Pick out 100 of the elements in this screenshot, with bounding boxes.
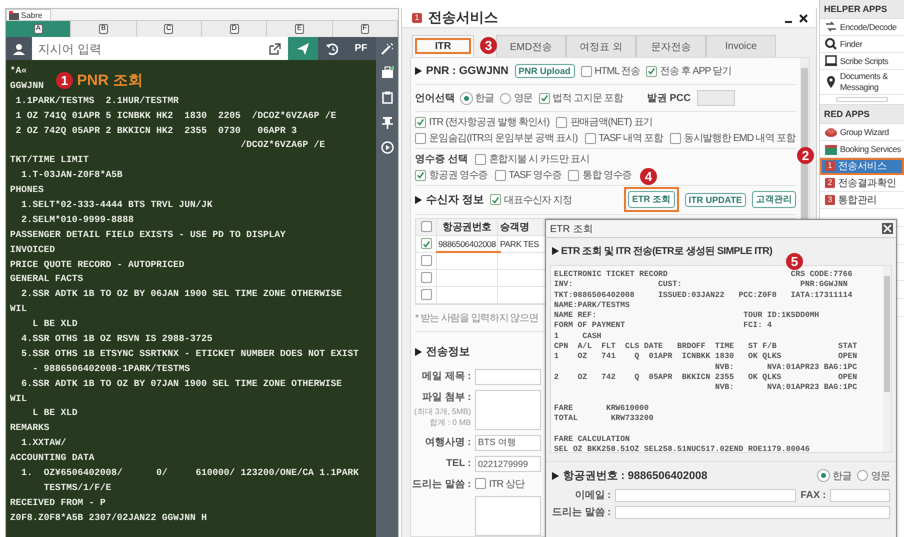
external-link-icon — [269, 42, 281, 54]
checkbox[interactable] — [415, 170, 426, 180]
triangle-icon — [415, 67, 422, 75]
text-field[interactable] — [475, 368, 541, 384]
tool-button[interactable] — [379, 114, 395, 130]
action-button[interactable]: ETR 조회 — [628, 191, 675, 208]
paper-plane-icon — [297, 42, 309, 54]
option-label: 전송 후 APP 닫기 — [660, 65, 732, 78]
checkbox[interactable] — [420, 289, 432, 300]
terminal-line: TESTMS/1/F/E — [42, 480, 112, 495]
checkbox[interactable] — [490, 194, 502, 206]
option-label: 동시발행한 EMD 내역 포함 — [684, 132, 796, 145]
close-button[interactable] — [882, 223, 893, 234]
option-label: 혼합지불 시 카드만 표시 — [488, 153, 590, 166]
tools-button[interactable] — [376, 37, 398, 60]
field-label: 발권 PCC — [646, 92, 691, 105]
sidebar-item[interactable]: Finder — [820, 36, 904, 53]
tab[interactable]: ITR — [412, 35, 474, 57]
close-icon — [883, 224, 892, 233]
resize-handle[interactable] — [836, 97, 888, 102]
file-drop-area[interactable] — [475, 390, 541, 430]
terminal-line: /DCOZ*6VZA6P /E — [240, 138, 326, 152]
message-field[interactable] — [475, 496, 541, 536]
number-badge: 2 — [825, 178, 835, 188]
tab[interactable]: Invoice — [706, 35, 776, 57]
scrollbar[interactable] — [883, 266, 891, 452]
checkbox[interactable] — [474, 154, 486, 164]
terminal-line: 1.XXTAW/ — [20, 436, 66, 450]
terminal-line: PRICE QUOTE RECORD - AUTOPRICED — [10, 258, 184, 272]
send-button[interactable] — [288, 37, 318, 60]
terminal-line: TKT/TIME LIMIT — [10, 153, 89, 168]
checkmark-icon — [416, 171, 425, 179]
section-heading: 전송정보 — [426, 345, 470, 359]
radio-button[interactable] — [500, 92, 511, 104]
option-label: 법적 고지문 포함 — [552, 92, 623, 105]
checkbox[interactable] — [475, 478, 486, 489]
tab[interactable]: EMD전송 — [496, 35, 566, 57]
sidebar-item[interactable]: 1 전송서비스 — [820, 158, 904, 175]
checkbox[interactable] — [415, 132, 426, 144]
section-heading: PNR : GGWJNN — [426, 65, 508, 77]
app-tab[interactable]: Sabre — [6, 9, 52, 20]
option-label: TASF 내역 포함 — [598, 132, 663, 145]
tab[interactable]: 문자전송 — [636, 35, 706, 57]
field-label: 메일 제목 : — [422, 370, 471, 384]
checkbox[interactable] — [584, 132, 596, 144]
sidebar-item[interactable]: 2 전송결과확인 — [820, 175, 904, 192]
sidebar-item[interactable]: Scribe Scripts — [820, 53, 904, 70]
text-field[interactable] — [830, 488, 890, 502]
pnr-upload-button[interactable]: PNR Upload — [514, 64, 575, 78]
terminal-line: 1.T-03JAN-Z0F8*A5B — [20, 168, 123, 182]
window-title: 전송서비스 — [428, 8, 498, 26]
action-button[interactable]: 고객관리 — [752, 191, 796, 208]
command-field[interactable]: 지시어 입력 — [32, 37, 262, 60]
number-badge: 3 — [825, 195, 835, 205]
terminal-line: L BE XLD — [32, 406, 78, 420]
checkbox[interactable] — [568, 170, 580, 180]
checkbox[interactable] — [494, 170, 506, 180]
terminal-line: 2.SSR ADTK 1B TO OZ BY 06JAN 1900 SEL TIME ZONE OTHERWISE — [20, 287, 342, 302]
sidebar-item[interactable]: 3 통합관리 — [820, 192, 904, 209]
checkbox[interactable] — [415, 116, 426, 128]
text-field[interactable] — [614, 488, 796, 502]
triangle-icon — [552, 472, 559, 480]
terminal-line: 1 OZ 741Q 01APR 5 ICNBKK HK2 1830 2205 /DCOZ*6VZA6P /E — [14, 108, 336, 123]
history-icon — [326, 42, 338, 54]
callout-caption: PNR 조회 — [77, 71, 143, 90]
checkbox[interactable] — [420, 255, 432, 266]
terminal-line: 2.SELM*010-9999-8888 — [20, 212, 134, 227]
text-field[interactable] — [614, 506, 890, 518]
radio-button[interactable] — [857, 470, 868, 481]
checkbox[interactable] — [580, 66, 592, 76]
option-label: 판매금액(NET) 표기 — [570, 116, 653, 129]
checkbox[interactable] — [670, 132, 681, 144]
text-field[interactable]: BTS 여행 — [475, 434, 541, 450]
edit-button[interactable] — [262, 37, 288, 60]
field-label: TEL : — [446, 456, 471, 470]
checkbox[interactable] — [420, 221, 432, 232]
terminal-line: 5.SSR OTHS 1B ETSYNC SSRTKNX - ETICKET NUMBER DOES NOT EXIST — [20, 346, 359, 361]
tool-button[interactable] — [379, 64, 395, 80]
checkbox[interactable] — [538, 92, 550, 104]
checkbox[interactable] — [646, 66, 657, 76]
dialog-title: ETR 조회 — [550, 222, 593, 236]
app-logo-icon — [9, 10, 19, 20]
action-button[interactable]: ITR UPDATE — [684, 192, 746, 207]
terminal-line: 2 OZ 742Q 05APR 2 BKKICN HK2 2355 0730 06APR 3 — [14, 124, 297, 138]
checkbox[interactable] — [420, 272, 432, 283]
sidebar-item[interactable]: Documents & Messaging — [820, 70, 904, 95]
tool-button[interactable] — [379, 139, 395, 155]
sidebar-item[interactable]: Encode/Decode — [820, 19, 904, 36]
field-label: 언어선택 — [415, 92, 455, 105]
pcc-field[interactable] — [696, 90, 735, 106]
terminal-line: INVOICED — [10, 242, 56, 257]
terminal-line: ACCOUNTING DATA — [10, 451, 94, 466]
option-label: 한글 — [475, 92, 494, 105]
hint-text: 합계 : 0 MB — [430, 416, 471, 428]
text-field[interactable]: 0221279999 — [475, 456, 541, 472]
sidebar-item[interactable]: Group Wizard — [820, 124, 904, 141]
checkbox[interactable] — [556, 116, 568, 128]
close-icon[interactable] — [799, 12, 808, 22]
tab[interactable]: 여정표 외 — [566, 35, 636, 57]
checkbox[interactable] — [420, 238, 432, 249]
